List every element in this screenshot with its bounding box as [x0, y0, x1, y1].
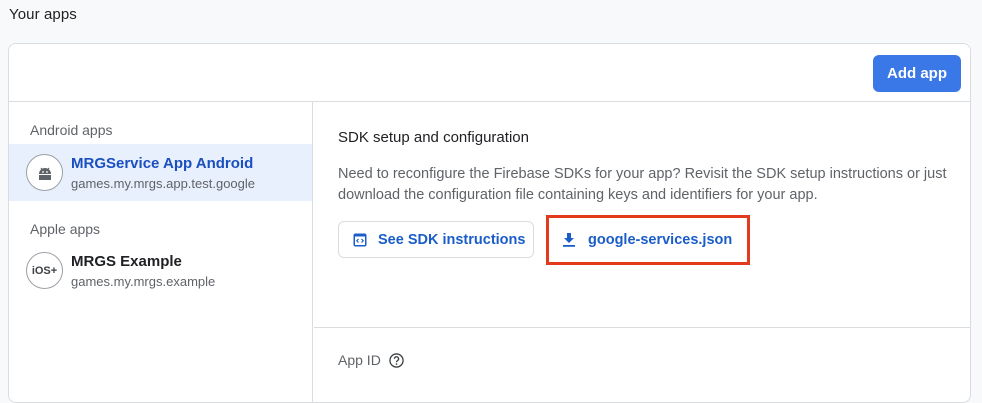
add-app-button[interactable]: Add app [873, 55, 961, 92]
apps-card: Add app Android apps MRGService App Andr… [8, 43, 971, 403]
help-icon[interactable] [389, 352, 404, 368]
apple-apps-label: Apple apps [30, 221, 101, 237]
app-name: MRGS Example [71, 253, 182, 270]
apps-sidebar: Android apps MRGService App Android game… [9, 102, 313, 402]
app-item-ios[interactable]: iOS+ MRGS Example games.my.mrgs.example [9, 242, 312, 299]
app-details: SDK setup and configuration Need to reco… [314, 102, 970, 402]
section-title: Your apps [9, 6, 77, 23]
see-sdk-instructions-button[interactable]: See SDK instructions [338, 221, 534, 258]
sdk-description: Need to reconfigure the Firebase SDKs fo… [338, 166, 947, 203]
download-config-label: google-services.json [588, 232, 733, 248]
app-package: games.my.mrgs.app.test.google [71, 176, 256, 191]
app-name: MRGService App Android [71, 155, 254, 172]
code-window-icon [353, 233, 367, 246]
card-header: Add app [9, 44, 970, 102]
see-sdk-label: See SDK instructions [378, 231, 526, 248]
download-config-button[interactable]: google-services.json [546, 215, 750, 265]
download-icon [563, 233, 575, 247]
sdk-setup-title: SDK setup and configuration [338, 129, 529, 146]
android-icon [26, 154, 63, 191]
app-item-android[interactable]: MRGService App Android games.my.mrgs.app… [9, 144, 312, 201]
app-package: games.my.mrgs.example [71, 274, 216, 289]
divider [314, 327, 970, 328]
ios-icon: iOS+ [26, 252, 63, 289]
ios-icon-text: iOS+ [31, 264, 58, 277]
app-id-row: App ID [338, 352, 404, 368]
android-apps-label: Android apps [30, 122, 113, 138]
app-id-label: App ID [338, 352, 381, 368]
